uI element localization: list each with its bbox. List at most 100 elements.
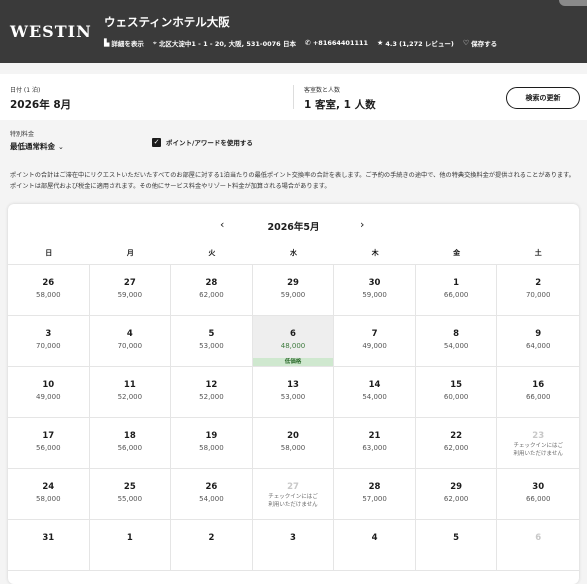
day-points: 70,000 xyxy=(525,291,551,299)
save-button[interactable]: ♡ 保存する xyxy=(463,38,497,48)
calendar-day[interactable]: 1 xyxy=(89,520,172,571)
weekday: 月 xyxy=(126,249,134,257)
calendar-day[interactable]: 31 xyxy=(8,520,90,571)
calendar-day[interactable]: 15 60,000 xyxy=(415,367,498,418)
calendar-day[interactable]: 18 56,000 xyxy=(89,418,172,469)
calendar-grid: 26 58,000 27 59,000 28 62,000 29 59,000 30 59,000… xyxy=(8,264,579,571)
calendar-day[interactable]: 29 62,000 xyxy=(415,469,498,520)
phone[interactable]: ✆ +81664401111 xyxy=(305,38,368,48)
day-number: 3 xyxy=(290,533,296,543)
day-number: 28 xyxy=(368,482,381,492)
calendar-day[interactable]: 2 70,000 xyxy=(497,265,579,316)
day-number: 28 xyxy=(205,278,218,288)
day-number: 20 xyxy=(287,431,299,441)
guests-value: 1 客室, 1 人数 xyxy=(304,99,376,111)
calendar-day[interactable]: 3 xyxy=(252,520,335,571)
day-number: 1 xyxy=(453,278,460,288)
calendar-day[interactable]: 14 54,000 xyxy=(334,367,416,418)
chevron-down-icon: ⌄ xyxy=(58,142,64,151)
day-points: 55,000 xyxy=(117,495,143,503)
day-number: 18 xyxy=(123,431,136,441)
points-toggle[interactable]: ✓ ポイント/アワードを使用する xyxy=(152,137,253,147)
calendar-day[interactable]: 4 xyxy=(334,520,416,571)
calendar-day[interactable]: 17 56,000 xyxy=(8,418,90,469)
star-icon: ★ xyxy=(377,39,384,47)
day-points: 70,000 xyxy=(117,342,143,350)
low-price-badge: 低価格 xyxy=(252,358,334,366)
day-number: 5 xyxy=(453,533,460,543)
calendar-day[interactable]: 20 58,000 xyxy=(252,418,335,469)
calendar-day[interactable]: 24 58,000 xyxy=(8,469,90,520)
search-divider xyxy=(293,85,294,109)
day-points: 58,000 xyxy=(36,291,61,299)
day-number: 3 xyxy=(45,329,52,339)
calendar-day[interactable]: 5 xyxy=(415,520,498,571)
calendar-day[interactable]: 4 70,000 xyxy=(89,316,172,367)
calendar-day[interactable]: 6 48,000 低価格 xyxy=(252,316,335,367)
calendar-day[interactable]: 16 66,000 xyxy=(497,367,579,418)
calendar-day[interactable]: 26 54,000 xyxy=(171,469,253,520)
weekday: 水 xyxy=(289,249,297,257)
day-points: 53,000 xyxy=(199,342,224,350)
calendar-day[interactable]: 3 70,000 xyxy=(8,316,90,367)
calendar-day[interactable]: 5 53,000 xyxy=(171,316,253,367)
location-pin-icon: ⌖ xyxy=(152,38,157,47)
day-points: 49,000 xyxy=(362,342,387,350)
calendar-day[interactable]: 21 63,000 xyxy=(334,418,416,469)
day-number: 5 xyxy=(208,329,215,339)
calendar-nav: ‹ 2026年5月 › xyxy=(8,218,579,233)
brand-logo[interactable]: WESTIN xyxy=(10,22,92,41)
details-link[interactable]: ▙ 詳細を表示 xyxy=(104,38,144,48)
guests-field[interactable]: 客室数と人数 1 客室, 1 人数 xyxy=(304,85,376,112)
calendar-day[interactable]: 9 64,000 xyxy=(497,316,579,367)
dates-label: 日付 (1 泊) xyxy=(10,87,41,94)
calendar-day[interactable]: 10 49,000 xyxy=(8,367,90,418)
day-number: 30 xyxy=(368,278,381,288)
calendar-day[interactable]: 19 58,000 xyxy=(171,418,253,469)
day-number: 11 xyxy=(123,380,136,390)
calendar-day[interactable]: 25 55,000 xyxy=(89,469,172,520)
update-search-button[interactable]: 検索の更新 xyxy=(506,87,580,109)
checkbox-checked-icon[interactable]: ✓ xyxy=(152,137,161,147)
calendar-day[interactable]: 8 54,000 xyxy=(415,316,498,367)
day-points: 66,000 xyxy=(443,291,469,299)
day-points: 54,000 xyxy=(199,495,224,503)
day-number: 15 xyxy=(450,380,463,390)
dates-value: 2026年 8月 xyxy=(10,99,72,111)
day-number: 22 xyxy=(450,431,463,441)
calendar-day[interactable]: 28 62,000 xyxy=(171,265,253,316)
calendar-day[interactable]: 1 66,000 xyxy=(415,265,498,316)
next-month-button[interactable]: › xyxy=(360,218,364,231)
day-number: 29 xyxy=(287,278,299,288)
rating[interactable]: ★ 4.3 (1,272 レビュー) xyxy=(377,38,454,48)
calendar-day[interactable]: 7 49,000 xyxy=(334,316,416,367)
day-number: 19 xyxy=(205,431,218,441)
day-number: 27 xyxy=(287,482,299,492)
calendar-day[interactable]: 30 59,000 xyxy=(334,265,416,316)
day-number: 27 xyxy=(123,278,136,288)
calendar-day[interactable]: 11 52,000 xyxy=(89,367,172,418)
calendar-day[interactable]: 27 59,000 xyxy=(89,265,172,316)
dates-field[interactable]: 日付 (1 泊) 2026年 8月 xyxy=(10,85,71,112)
calendar-day[interactable]: 28 57,000 xyxy=(334,469,416,520)
day-points: 62,000 xyxy=(443,444,469,452)
phone-text: +81664401111 xyxy=(312,39,369,47)
day-number: 13 xyxy=(287,380,299,390)
calendar-day[interactable]: 30 66,000 xyxy=(497,469,579,520)
rate-select[interactable]: 特別料金 最低通常料金 ⌄ xyxy=(10,129,64,152)
day-number: 10 xyxy=(42,380,55,390)
hotel-meta: ▙ 詳細を表示 ⌖ 北区大淀中1 - 1 - 20, 大阪, 531-0076 日本… xyxy=(104,38,497,49)
calendar-day[interactable]: 2 xyxy=(171,520,253,571)
unavailable-note: チェックインにはご利用いただけません xyxy=(513,443,563,457)
calendar-day[interactable]: 29 59,000 xyxy=(252,265,335,316)
day-points: 62,000 xyxy=(199,291,224,299)
calendar-day[interactable]: 22 62,000 xyxy=(415,418,498,469)
calendar-day[interactable]: 12 52,000 xyxy=(171,367,253,418)
day-number: 4 xyxy=(371,533,378,543)
rate-value: 最低通常料金 xyxy=(10,142,55,151)
building-icon: ▙ xyxy=(104,39,110,47)
calendar-day[interactable]: 26 58,000 xyxy=(8,265,90,316)
calendar-day[interactable]: 13 53,000 xyxy=(252,367,335,418)
address[interactable]: ⌖ 北区大淀中1 - 1 - 20, 大阪, 531-0076 日本 xyxy=(152,38,296,49)
day-number: 26 xyxy=(205,482,218,492)
